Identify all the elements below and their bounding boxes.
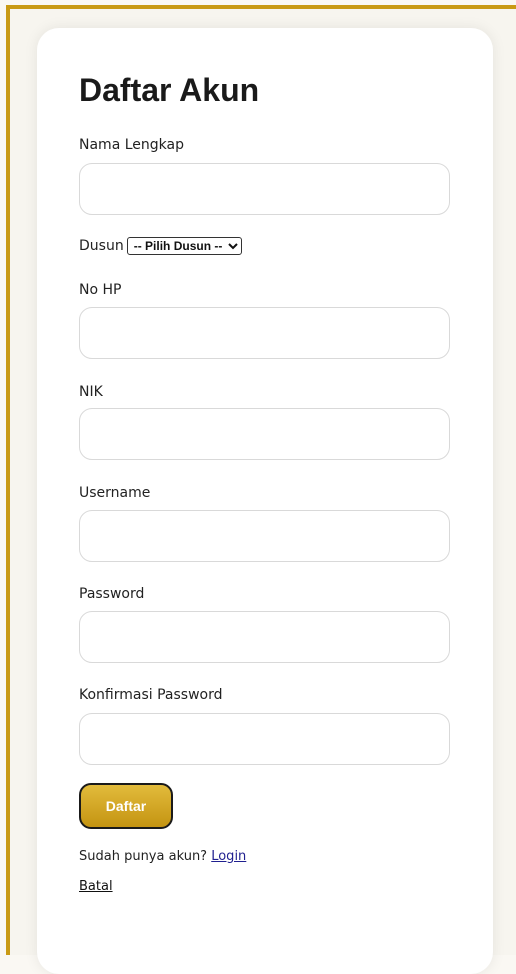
konfirmasi-password-label: Konfirmasi Password — [79, 687, 223, 703]
login-link[interactable]: Login — [211, 849, 246, 864]
nik-input[interactable] — [79, 408, 450, 460]
password-input[interactable] — [79, 611, 450, 663]
dusun-label: Dusun — [79, 238, 124, 254]
login-prompt: Sudah punya akun? Login — [79, 848, 246, 866]
daftar-button[interactable]: Daftar — [79, 783, 173, 829]
login-prompt-text: Sudah punya akun? — [79, 849, 208, 864]
konfirmasi-password-input[interactable] — [79, 713, 450, 765]
dusun-row: Dusun -- Pilih Dusun -- — [79, 236, 242, 256]
page-title: Daftar Akun — [79, 72, 260, 108]
dusun-select[interactable]: -- Pilih Dusun -- — [126, 237, 242, 255]
username-input[interactable] — [79, 510, 450, 562]
nama-lengkap-input[interactable] — [79, 163, 450, 215]
no-hp-label: No HP — [79, 282, 122, 298]
username-label: Username — [79, 485, 151, 501]
batal-link[interactable]: Batal — [79, 878, 113, 896]
no-hp-input[interactable] — [79, 307, 450, 359]
nik-label: NIK — [79, 384, 103, 400]
password-label: Password — [79, 586, 145, 602]
nama-lengkap-label: Nama Lengkap — [79, 137, 184, 153]
